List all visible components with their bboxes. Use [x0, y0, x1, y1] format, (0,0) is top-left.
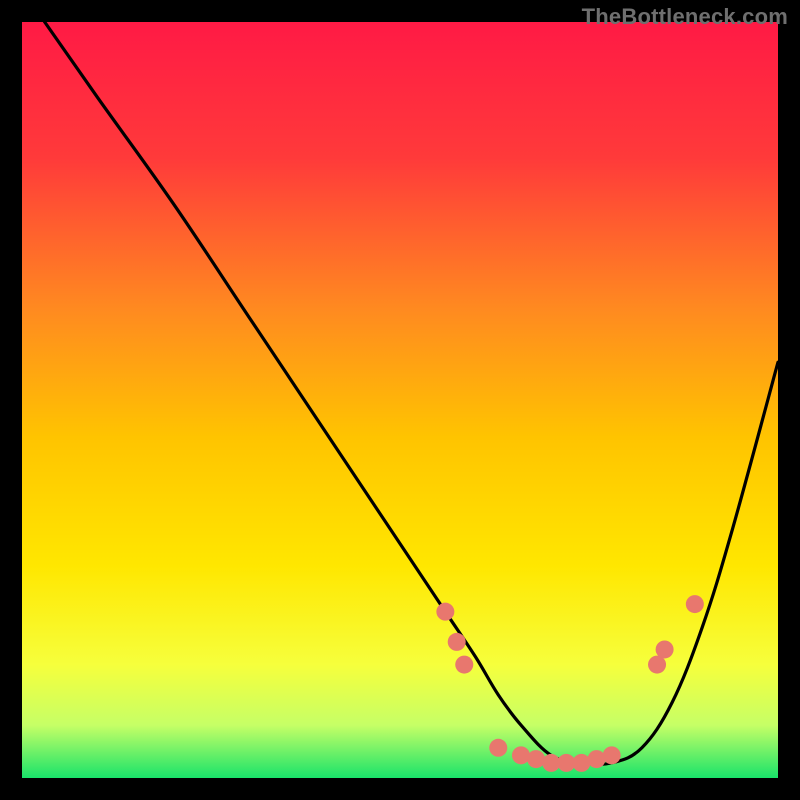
highlight-point	[603, 746, 621, 764]
highlight-point	[455, 656, 473, 674]
highlight-point	[656, 640, 674, 658]
chart-svg	[22, 22, 778, 778]
highlight-point	[448, 633, 466, 651]
highlight-point	[588, 750, 606, 768]
chart-frame	[22, 22, 778, 778]
highlight-point	[686, 595, 704, 613]
watermark-text: TheBottleneck.com	[582, 4, 788, 30]
highlight-point	[436, 603, 454, 621]
highlight-point	[527, 750, 545, 768]
highlight-point	[572, 754, 590, 772]
highlight-point	[512, 746, 530, 764]
highlight-point	[489, 739, 507, 757]
